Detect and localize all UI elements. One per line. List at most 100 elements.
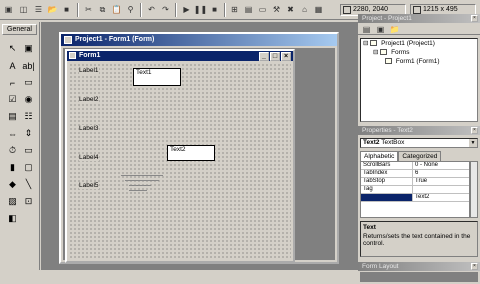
line-control[interactable]	[121, 175, 163, 176]
save-project-icon[interactable]: ■	[60, 3, 73, 16]
property-row[interactable]: ScrollBars 0 - None	[361, 162, 469, 170]
size-value: 1215 x 495	[423, 6, 458, 13]
property-description: Text Returns/sets the text contained in …	[360, 221, 478, 257]
end-icon[interactable]: ■	[208, 3, 221, 16]
collapse-icon[interactable]: ⊟	[373, 49, 378, 56]
form-layout-title: Form Layout	[362, 263, 399, 270]
open-project-icon[interactable]: 📂	[46, 3, 59, 16]
component-manager-icon[interactable]: ▦	[312, 3, 325, 16]
pointer-tool-icon[interactable]: ↖	[6, 42, 19, 55]
form-layout-close-button[interactable]: ×	[471, 263, 478, 270]
data-tool-icon[interactable]: ⊡	[22, 195, 35, 208]
shape-tool-icon[interactable]: ◆	[6, 178, 19, 191]
add-project-icon[interactable]: ▣	[2, 3, 15, 16]
property-row[interactable]: Tag	[361, 186, 469, 194]
object-selector[interactable]: Text2 TextBox ▼	[360, 138, 478, 148]
label4[interactable]: Label4	[79, 154, 99, 161]
tab-alphabetic[interactable]: Alphabetic	[360, 151, 399, 161]
combobox-tool-icon[interactable]: ▤	[6, 110, 19, 123]
redo-icon[interactable]: ↷	[159, 3, 172, 16]
form1-window[interactable]: Form1 _ □ × Label1 Label2 Label3 Label4 …	[65, 49, 295, 263]
properties-close-button[interactable]: ×	[471, 127, 478, 134]
cut-icon[interactable]: ✂	[82, 3, 95, 16]
label5[interactable]: Label5	[79, 182, 99, 189]
find-icon[interactable]: ⚲	[124, 3, 137, 16]
toggle-folders-icon[interactable]: 📁	[388, 23, 401, 36]
project-icon	[370, 40, 378, 47]
label2[interactable]: Label2	[79, 96, 99, 103]
filelistbox-tool-icon[interactable]: ▢	[22, 161, 35, 174]
checkbox-tool-icon[interactable]: ☑	[6, 93, 19, 106]
property-row[interactable]: TabStop True	[361, 178, 469, 186]
view-object-icon[interactable]: ▣	[374, 23, 387, 36]
break-icon[interactable]: ❚❚	[194, 3, 207, 16]
hscrollbar-tool-icon[interactable]: ⇔	[6, 127, 19, 140]
add-form-icon[interactable]: ◫	[17, 3, 30, 16]
listbox-tool-icon[interactable]: ☷	[22, 110, 35, 123]
toolbox-icon[interactable]: ✖	[284, 3, 297, 16]
frame-tool-icon[interactable]: ⌐	[6, 76, 19, 89]
form-layout-window: Form Layout ×	[358, 262, 480, 284]
view-code-icon[interactable]: ▤	[360, 23, 373, 36]
line-control[interactable]	[129, 190, 147, 191]
text2-textbox[interactable]: Text2	[167, 145, 215, 161]
project-explorer-icon[interactable]: ⊞	[228, 3, 241, 16]
tree-item-form1[interactable]: Form1 (Form1)	[385, 58, 440, 66]
vscrollbar-tool-icon[interactable]: ⇕	[22, 127, 35, 140]
properties-window-icon[interactable]: ▤	[242, 3, 255, 16]
form-designer-window[interactable]: Project1 - Form1 (Form) Form1 _ □ × Labe…	[59, 32, 339, 264]
collapse-icon[interactable]: ⊟	[363, 40, 368, 47]
property-grid: ScrollBars 0 - None TabIndex 6 TabStop True…	[360, 161, 470, 218]
undo-icon[interactable]: ↶	[145, 3, 158, 16]
tree-item-project[interactable]: ⊟ Project1 (Project1)	[363, 40, 435, 48]
tree-item-forms[interactable]: ⊟ Forms	[373, 49, 410, 57]
tree-label: Forms	[391, 49, 410, 56]
label1[interactable]: Label1	[79, 67, 99, 74]
designer-client: Form1 _ □ × Label1 Label2 Label3 Label4 …	[63, 48, 335, 263]
copy-icon[interactable]: ⧉	[96, 3, 109, 16]
line-control[interactable]	[125, 180, 159, 181]
commandbutton-tool-icon[interactable]: ▭	[22, 76, 35, 89]
form1-grid[interactable]: Label1 Label2 Label3 Label4 Label5 Text1…	[69, 63, 291, 259]
drivelistbox-tool-icon[interactable]: ▭	[22, 144, 35, 157]
form-layout-preview[interactable]	[360, 272, 478, 282]
line-tool-icon[interactable]: ╲	[22, 178, 35, 191]
optionbutton-tool-icon[interactable]: ◉	[22, 93, 35, 106]
tree-label: Form1 (Form1)	[395, 58, 440, 65]
menu-editor-icon[interactable]: ☰	[32, 3, 45, 16]
form1-titlebar[interactable]: Form1 _ □ ×	[67, 51, 293, 61]
close-button[interactable]: ×	[281, 52, 291, 61]
project-explorer-titlebar[interactable]: Project - Project1 ×	[358, 14, 480, 23]
picturebox-tool-icon[interactable]: ▣	[22, 42, 35, 55]
properties-title: Properties - Text2	[362, 127, 413, 134]
label3[interactable]: Label3	[79, 125, 99, 132]
ole-tool-icon[interactable]: ◧	[6, 212, 19, 225]
form1-title: Form1	[79, 52, 101, 59]
image-tool-icon[interactable]: ▨	[6, 195, 19, 208]
text1-textbox[interactable]: Text1	[133, 68, 181, 86]
property-grid-scrollbar[interactable]	[470, 161, 478, 218]
tab-categorized[interactable]: Categorized	[398, 151, 442, 161]
chevron-down-icon[interactable]: ▼	[469, 139, 477, 147]
toolbox-tab-general[interactable]: General	[2, 24, 37, 35]
label-tool-icon[interactable]: A	[6, 59, 19, 72]
form-layout-icon[interactable]: ▭	[256, 3, 269, 16]
property-row[interactable]: TabIndex 6	[361, 170, 469, 178]
object-browser-icon[interactable]: ⚒	[270, 3, 283, 16]
minimize-button[interactable]: _	[259, 52, 269, 61]
dirlistbox-tool-icon[interactable]: ▮	[6, 161, 19, 174]
properties-titlebar[interactable]: Properties - Text2 ×	[358, 126, 480, 135]
timer-tool-icon[interactable]: ⏱	[6, 144, 19, 157]
maximize-button[interactable]: □	[270, 52, 280, 61]
property-row-selected[interactable]: Text2	[361, 194, 469, 202]
designer-titlebar[interactable]: Project1 - Form1 (Form)	[61, 34, 337, 46]
project-explorer-close-button[interactable]: ×	[471, 15, 478, 22]
line-control[interactable]	[129, 185, 151, 186]
designer-window-icon	[64, 36, 72, 44]
textbox-tool-icon[interactable]: ab|	[22, 59, 35, 72]
paste-icon[interactable]: 📋	[110, 3, 123, 16]
size-icon	[413, 6, 421, 14]
data-view-icon[interactable]: ⌂	[298, 3, 311, 16]
tree-label: Project1 (Project1)	[381, 40, 435, 47]
start-icon[interactable]: ▶	[180, 3, 193, 16]
